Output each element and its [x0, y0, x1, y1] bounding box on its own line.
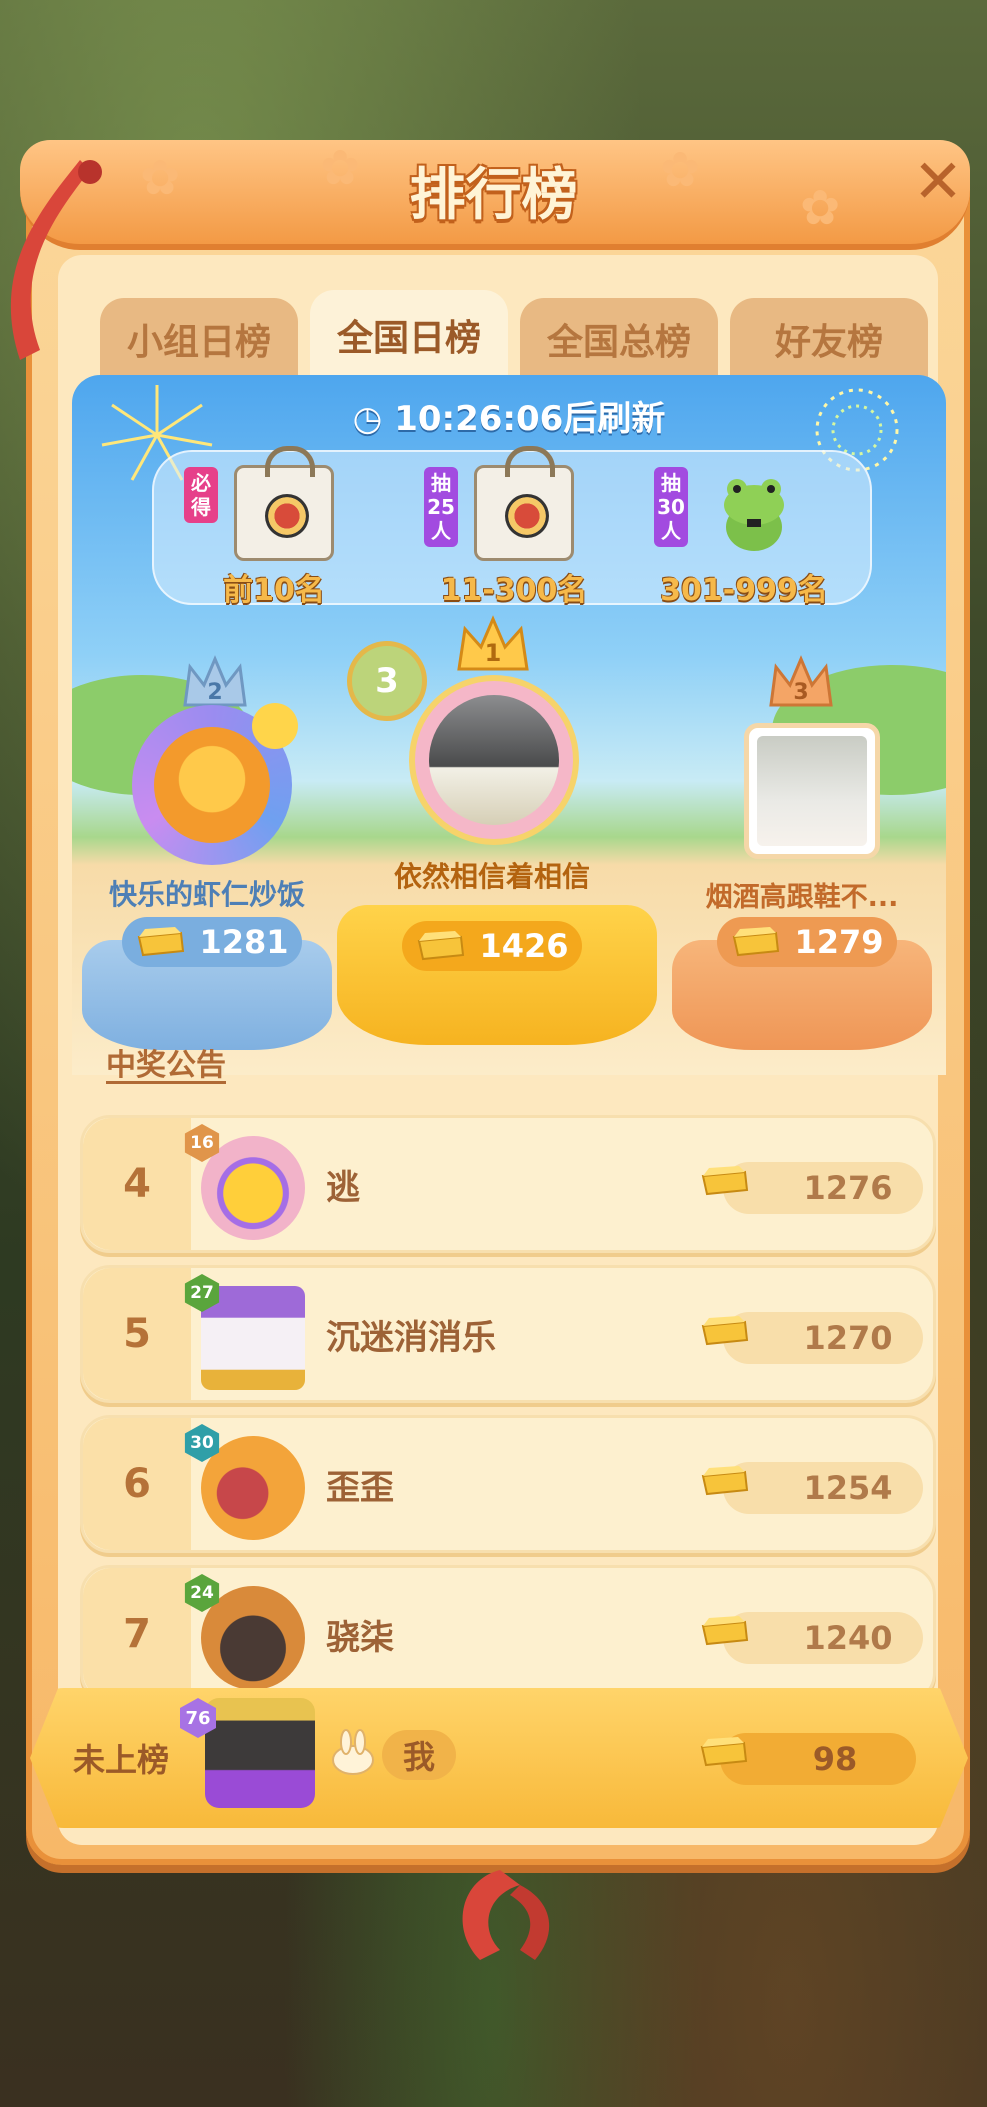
tab-friends[interactable]: 好友榜 — [730, 298, 928, 380]
page-title: 排行榜 — [409, 163, 578, 228]
player-name: 逃 — [326, 1167, 360, 1208]
ranking-row[interactable]: 5 27 沉迷消消乐 1270 — [80, 1265, 936, 1403]
podium-second[interactable]: 2 快乐的虾仁炒饭 1281 — [82, 655, 332, 1075]
clock-icon: ◷ — [352, 399, 383, 439]
reward-tag: 抽30人 — [654, 467, 688, 547]
rank-number: 6 — [83, 1418, 191, 1550]
tote-bag-icon — [234, 446, 334, 561]
svg-text:1: 1 — [485, 639, 502, 667]
player-name: 快乐的虾仁炒饭 — [108, 878, 305, 911]
reward-tag: 抽25人 — [424, 467, 458, 547]
avatar — [409, 675, 579, 845]
rank-number: 4 — [83, 1118, 191, 1250]
gold-ingot-icon — [701, 1166, 749, 1196]
reward-range: 11-300名 — [440, 573, 588, 608]
gold-ingot-icon — [733, 927, 780, 957]
rank-number: 5 — [83, 1268, 191, 1400]
gold-ingot-icon — [701, 1616, 749, 1646]
silver-crown-icon: 2 — [183, 655, 247, 707]
score-pill: 1279 — [717, 917, 897, 967]
bunny-icon — [332, 1729, 374, 1775]
tab-national-daily[interactable]: 全国日榜 — [310, 290, 508, 380]
player-score: 1270 — [803, 1319, 893, 1357]
player-name: 烟酒高跟鞋不... — [705, 882, 899, 913]
avatar[interactable] — [205, 1698, 315, 1808]
gold-ingot-icon — [418, 931, 465, 961]
rank-number: 7 — [83, 1568, 191, 1700]
player-score: 1276 — [803, 1169, 893, 1207]
gold-ingot-icon — [701, 1316, 749, 1346]
player-score: 1240 — [803, 1619, 893, 1657]
refresh-timer: ◷ 10:26:06后刷新 — [352, 399, 666, 439]
player-name: 依然相信着相信 — [393, 860, 590, 893]
reward-301-999[interactable]: 抽30人 301-999名 — [634, 457, 854, 608]
tab-group-daily[interactable]: 小组日榜 — [100, 298, 298, 380]
frog-plush-icon — [724, 479, 784, 551]
tote-bag-icon — [474, 446, 574, 561]
gold-ingot-icon — [700, 1737, 748, 1767]
score-pill: 1426 — [402, 921, 582, 971]
reward-11-300[interactable]: 抽25人 11-300名 — [404, 446, 624, 608]
my-rank-label: 未上榜 — [72, 1741, 169, 1779]
winner-announcement-link[interactable]: 中奖公告 — [106, 1040, 226, 1084]
avatar — [132, 703, 298, 865]
player-name: 歪歪 — [326, 1467, 394, 1508]
avatar — [744, 723, 880, 859]
ranking-row[interactable]: 6 30 歪歪 1254 — [80, 1415, 936, 1553]
podium-first[interactable]: 1 3 依然相信着相信 1426 — [337, 615, 657, 1075]
close-button[interactable]: ✕ — [908, 152, 968, 212]
ranking-row[interactable]: 7 24 骁柒 1240 — [80, 1565, 936, 1703]
reward-range: 301-999名 — [660, 573, 828, 608]
level-badge: 3 — [347, 641, 427, 721]
reward-range: 前10名 — [223, 573, 325, 608]
reward-top10[interactable]: 必得 前10名 — [164, 446, 384, 608]
gold-crown-icon: 1 — [457, 615, 529, 671]
reward-tag: 必得 — [184, 467, 218, 523]
tab-national-total[interactable]: 全国总榜 — [520, 298, 718, 380]
ribbon-decoration — [462, 1870, 550, 1960]
bronze-crown-icon: 3 — [769, 655, 833, 707]
player-name: 沉迷消消乐 — [326, 1317, 496, 1358]
svg-text:2: 2 — [207, 680, 222, 705]
me-label: 我 — [382, 1730, 456, 1780]
player-name: 骁柒 — [326, 1617, 394, 1658]
gold-ingot-icon — [138, 927, 185, 957]
reward-panel[interactable]: 必得 前10名 抽25人 11-300名 抽30人 301-999名 — [152, 446, 872, 608]
player-score: 1254 — [803, 1469, 893, 1507]
svg-text:3: 3 — [793, 680, 808, 705]
gold-ingot-icon — [701, 1466, 749, 1496]
my-score: 98 — [812, 1740, 858, 1778]
podium-arena: ◷ 10:26:06后刷新 必得 前10名 抽25人 11-300名 抽30人 … — [72, 375, 946, 1075]
podium-third[interactable]: 3 烟酒高跟鞋不... 1279 — [672, 655, 932, 1075]
ranking-row[interactable]: 4 16 逃 1276 — [80, 1115, 936, 1253]
tab-bar: 小组日榜 全国日榜 全国总榜 好友榜 — [100, 290, 928, 380]
score-pill: 1281 — [122, 917, 302, 967]
close-icon: ✕ — [912, 147, 964, 217]
